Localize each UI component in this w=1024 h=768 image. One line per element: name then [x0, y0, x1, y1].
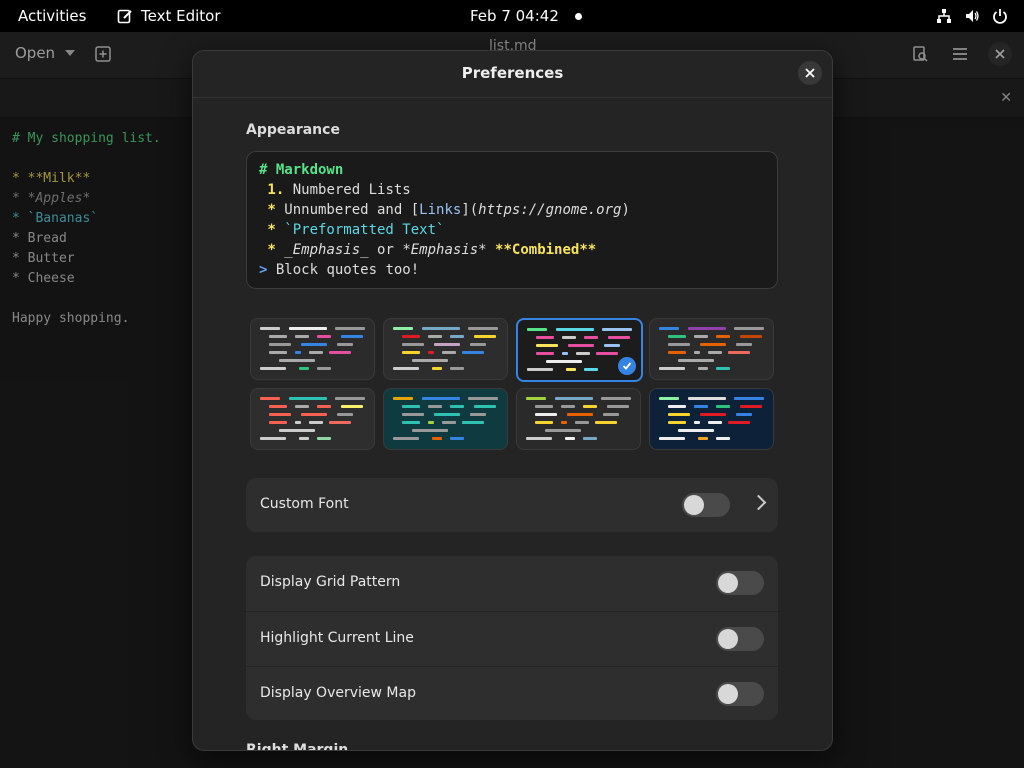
- overview-map-label: Display Overview Map: [260, 685, 416, 701]
- dialog-header: Preferences: [193, 51, 832, 98]
- custom-font-card: Custom Font: [246, 478, 778, 532]
- style-scheme-1[interactable]: [250, 318, 375, 380]
- checkmark-icon: [618, 357, 636, 375]
- app-name: Text Editor: [141, 7, 221, 25]
- preview-line: * _Emphasis_ or *Emphasis* **Combined**: [259, 242, 597, 258]
- overview-map-switch[interactable]: [716, 682, 764, 706]
- activities-button[interactable]: Activities: [18, 7, 86, 25]
- preview-line: * Unnumbered and [Links](https://gnome.o…: [259, 202, 630, 218]
- highlight-line-label: Highlight Current Line: [260, 630, 414, 646]
- text-editor-icon: [117, 9, 132, 24]
- network-icon: [937, 9, 951, 23]
- preview-heading: # Markdown: [259, 162, 344, 178]
- style-scheme-grid: [250, 318, 774, 450]
- display-options-card: Display Grid Pattern Highlight Current L…: [246, 556, 778, 720]
- highlight-line-row[interactable]: Highlight Current Line: [246, 611, 778, 666]
- custom-font-switch[interactable]: [682, 493, 730, 517]
- dialog-close-button[interactable]: [798, 61, 822, 85]
- chevron-right-icon: [750, 494, 767, 511]
- style-scheme-6[interactable]: [383, 388, 508, 450]
- top-bar: Activities Text Editor Feb 7 04:42: [0, 0, 1024, 32]
- right-margin-title: Right Margin: [246, 742, 349, 751]
- style-scheme-7[interactable]: [516, 388, 641, 450]
- notification-dot: [575, 13, 582, 20]
- preview-line: > Block quotes too!: [259, 262, 420, 278]
- style-scheme-8[interactable]: [649, 388, 774, 450]
- overview-map-row[interactable]: Display Overview Map: [246, 666, 778, 721]
- preferences-dialog: Preferences Appearance # Markdown 1. Num…: [192, 50, 833, 751]
- style-scheme-3[interactable]: [516, 318, 643, 382]
- style-scheme-2[interactable]: [383, 318, 508, 380]
- preview-line: 1. Numbered Lists: [259, 182, 411, 198]
- highlight-line-switch[interactable]: [716, 627, 764, 651]
- display-grid-label: Display Grid Pattern: [260, 574, 401, 590]
- custom-font-row[interactable]: Custom Font: [246, 478, 778, 532]
- style-preview: # Markdown 1. Numbered Lists * Unnumbere…: [246, 151, 778, 289]
- clock[interactable]: Feb 7 04:42: [470, 7, 559, 25]
- volume-icon: [966, 10, 979, 22]
- close-icon: [805, 68, 815, 78]
- system-tray[interactable]: [936, 8, 1008, 24]
- custom-font-label: Custom Font: [260, 496, 349, 512]
- display-grid-switch[interactable]: [716, 571, 764, 595]
- style-scheme-5[interactable]: [250, 388, 375, 450]
- app-menu[interactable]: Text Editor: [117, 7, 221, 25]
- power-icon: [993, 9, 1007, 24]
- appearance-title: Appearance: [246, 122, 340, 138]
- dialog-title: Preferences: [461, 64, 564, 82]
- display-grid-row[interactable]: Display Grid Pattern: [246, 556, 778, 610]
- preview-line: * `Preformatted Text`: [259, 222, 445, 238]
- style-scheme-4[interactable]: [649, 318, 774, 380]
